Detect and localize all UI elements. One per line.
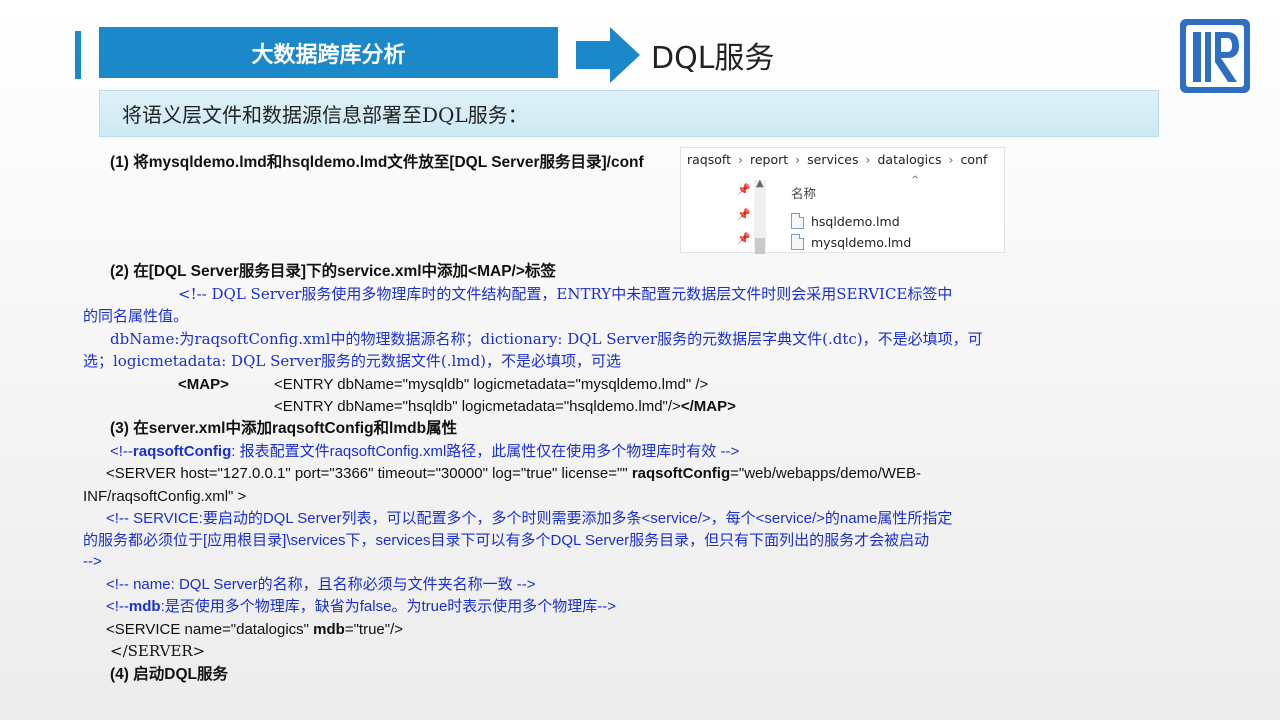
comment-text: : 报表配置文件raqsoftConfig.xml路径，此属性仅在使用多个物理库… bbox=[231, 443, 740, 460]
right-arrow-icon bbox=[576, 27, 640, 83]
file-name: mysqldemo.lmd bbox=[811, 234, 912, 250]
chevron-right-icon: › bbox=[795, 152, 801, 167]
step-2: (2) 在[DQL Server服务目录]下的service.xml中添加<MA… bbox=[110, 263, 556, 280]
breadcrumb-item[interactable]: raqsoft bbox=[687, 152, 731, 167]
chevron-right-icon: › bbox=[948, 152, 954, 167]
comment-open: <!-- bbox=[106, 598, 129, 615]
pin-icon[interactable]: 📌 bbox=[737, 232, 751, 245]
breadcrumb-item[interactable]: services bbox=[807, 152, 858, 167]
entry-line: <ENTRY dbName="hsqldb" logicmetadata="hs… bbox=[274, 396, 736, 417]
subtitle-text: 将语义层文件和数据源信息部署至DQL服务： bbox=[122, 103, 528, 127]
comment-open: <!-- bbox=[110, 443, 133, 460]
section-title: 大数据跨库分析 bbox=[99, 27, 558, 78]
comment-line: <!-- name: DQL Server的名称，且名称必须与文件夹名称一致 -… bbox=[106, 576, 536, 593]
service-tag-line: <SERVICE name="datalogics" mdb="true"/> bbox=[106, 619, 403, 640]
comment-text: :是否使用多个物理库，缺省为false。为true时表示使用多个物理库--> bbox=[160, 598, 617, 615]
scrollbar-thumb[interactable] bbox=[755, 238, 765, 254]
breadcrumb-item[interactable]: datalogics bbox=[877, 152, 941, 167]
chevron-right-icon: › bbox=[865, 152, 871, 167]
server-tag-line-2: INF/raqsoftConfig.xml" > bbox=[83, 488, 247, 505]
subtitle-banner: 将语义层文件和数据源信息部署至DQL服务： bbox=[99, 90, 1159, 137]
accent-bar bbox=[75, 31, 81, 79]
file-item[interactable]: mysqldemo.lmd bbox=[791, 234, 911, 250]
comment-key: mdb bbox=[128, 598, 161, 615]
map-open-tag: <MAP> bbox=[178, 376, 229, 393]
server-close-tag: </SERVER> bbox=[110, 642, 206, 660]
server-attrs-end: ="web/webapps/demo/WEB- bbox=[730, 465, 921, 482]
breadcrumb-item[interactable]: conf bbox=[961, 152, 988, 167]
comment-line: 的服务都必须位于[应用根目录]\services下，services目录下可以有… bbox=[83, 532, 930, 549]
scroll-up-icon[interactable]: ▲ bbox=[756, 178, 764, 189]
comment-line: 的同名属性值。 bbox=[83, 307, 189, 325]
chevron-right-icon: › bbox=[737, 152, 743, 167]
comment-line: <!--mdb:是否使用多个物理库，缺省为false。为true时表示使用多个物… bbox=[106, 596, 616, 617]
service-attrs: <SERVICE name="datalogics" bbox=[106, 621, 314, 638]
entry-text: <ENTRY dbName="hsqldb" logicmetadata="hs… bbox=[274, 398, 681, 415]
comment-line: dbName:为raqsoftConfig.xml中的物理数据源名称；dicti… bbox=[110, 330, 983, 348]
comment-line: <!-- SERVICE:要启动的DQL Server列表，可以配置多个，多个时… bbox=[106, 510, 953, 527]
pin-icon[interactable]: 📌 bbox=[737, 208, 751, 221]
comment-line: <!-- DQL Server服务使用多物理库时的文件结构配置，ENTRY中未配… bbox=[178, 285, 953, 303]
server-attrs: <SERVER host="127.0.0.1" port="3366" tim… bbox=[106, 465, 632, 482]
server-tag-line: <SERVER host="127.0.0.1" port="3366" tim… bbox=[106, 463, 921, 484]
comment-line: 选；logicmetadata: DQL Server服务的元数据文件(.lmd… bbox=[83, 352, 622, 370]
raqsoft-logo-icon bbox=[1180, 19, 1250, 93]
map-close-tag: </MAP> bbox=[680, 398, 736, 415]
file-icon bbox=[791, 234, 804, 250]
sort-caret-icon: ^ bbox=[911, 175, 920, 186]
column-header-name[interactable]: 名称 bbox=[791, 183, 816, 202]
breadcrumb: raqsoft › report › services › datalogics › conf bbox=[687, 152, 987, 167]
service-attrs-end: ="true"/> bbox=[344, 621, 404, 638]
page-heading: DQL服务 bbox=[651, 41, 775, 76]
breadcrumb-item[interactable]: report bbox=[750, 152, 788, 167]
step-1: (1) 将mysqldemo.lmd和hsqldemo.lmd文件放至[DQL … bbox=[110, 154, 644, 171]
comment-line: <!--raqsoftConfig: 报表配置文件raqsoftConfig.x… bbox=[110, 441, 739, 462]
comment-key: raqsoftConfig bbox=[132, 443, 232, 460]
server-key: raqsoftConfig bbox=[631, 465, 731, 482]
step-4: (4) 启动DQL服务 bbox=[110, 666, 228, 683]
comment-line: --> bbox=[83, 553, 102, 570]
service-key: mdb bbox=[313, 621, 345, 638]
entry-line: <ENTRY dbName="mysqldb" logicmetadata="m… bbox=[274, 376, 709, 393]
file-icon bbox=[791, 213, 804, 229]
file-explorer-screenshot: raqsoft › report › services › datalogics › conf … bbox=[680, 147, 1005, 254]
file-item[interactable]: hsqldemo.lmd bbox=[791, 213, 900, 229]
step-3: (3) 在server.xml中添加raqsoftConfig和lmdb属性 bbox=[110, 420, 458, 437]
file-name: hsqldemo.lmd bbox=[811, 213, 900, 229]
pin-icon[interactable]: 📌 bbox=[737, 183, 751, 196]
